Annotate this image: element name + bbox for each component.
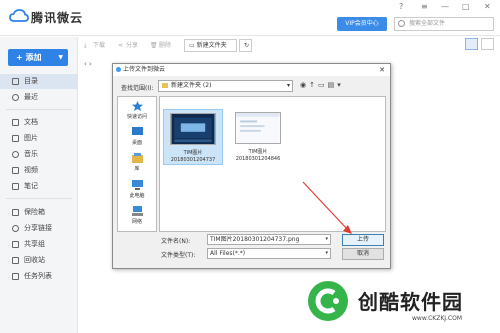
watermark-logo-icon bbox=[308, 281, 348, 321]
watermark-url: www.CKZKJ.COM bbox=[412, 315, 463, 322]
watermark-text: 创酷软件园 bbox=[358, 290, 463, 314]
annotation-arrow-icon bbox=[302, 181, 352, 234]
